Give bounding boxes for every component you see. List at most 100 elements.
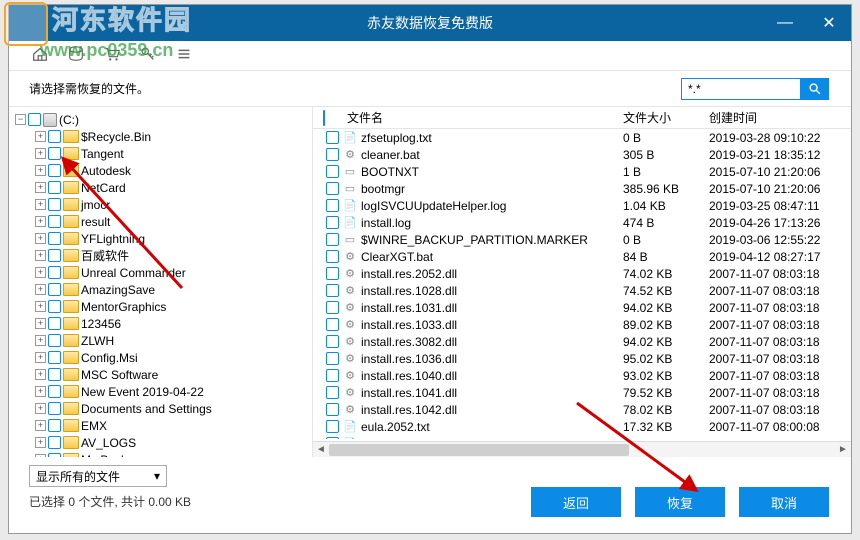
file-checkbox[interactable] [326,420,339,433]
expand-toggle[interactable]: + [35,420,46,431]
file-filter-dropdown[interactable]: 显示所有的文件 ▾ [29,465,167,487]
tree-checkbox[interactable] [48,232,61,245]
expand-toggle[interactable]: + [35,335,46,346]
tree-checkbox[interactable] [48,351,61,364]
file-row[interactable]: ▭$WINRE_BACKUP_PARTITION.MARKER0 B2019-0… [313,231,851,248]
expand-toggle[interactable]: − [15,114,26,125]
expand-toggle[interactable]: + [35,403,46,414]
search-button[interactable] [801,78,829,100]
file-row[interactable]: ⚙install.res.3082.dll94.02 KB2007-11-07 … [313,333,851,350]
file-checkbox[interactable] [326,335,339,348]
expand-toggle[interactable]: + [35,369,46,380]
tree-checkbox[interactable] [48,300,61,313]
file-row[interactable]: ⚙install.res.1042.dll78.02 KB2007-11-07 … [313,401,851,418]
tree-item-label[interactable]: Unreal Commander [81,266,186,280]
tree-item-label[interactable]: 百威软件 [81,247,129,264]
file-checkbox[interactable] [326,233,339,246]
tree-checkbox[interactable] [48,402,61,415]
expand-toggle[interactable]: + [35,165,46,176]
file-checkbox[interactable] [326,131,339,144]
file-checkbox[interactable] [326,403,339,416]
file-checkbox[interactable] [326,199,339,212]
tree-checkbox[interactable] [48,181,61,194]
key-icon[interactable] [139,45,157,66]
tree-item-label[interactable]: MSC Software [81,368,158,382]
tree-item-label[interactable]: Tangent [81,147,124,161]
file-row[interactable]: ▭BOOTNXT1 B2015-07-10 21:20:06 [313,163,851,180]
back-button[interactable]: 返回 [531,487,621,517]
file-checkbox[interactable] [326,216,339,229]
search-input[interactable] [681,78,801,100]
tree-item-label[interactable]: Autodesk [81,164,131,178]
file-row[interactable]: ⚙install.res.2052.dll74.02 KB2007-11-07 … [313,265,851,282]
recover-button[interactable]: 恢复 [635,487,725,517]
cancel-button[interactable]: 取消 [739,487,829,517]
file-checkbox[interactable] [326,352,339,365]
tree-checkbox[interactable] [48,147,61,160]
tree-item-label[interactable]: ZLWH [81,334,114,348]
scroll-right-icon[interactable]: ► [835,442,851,458]
tree-item-label[interactable]: AV_LOGS [81,436,136,450]
tree-checkbox[interactable] [48,215,61,228]
expand-toggle[interactable]: + [35,301,46,312]
tree-checkbox[interactable] [48,385,61,398]
tree-checkbox[interactable] [48,130,61,143]
tree-item-label[interactable]: $Recycle.Bin [81,130,151,144]
file-row[interactable]: ⚙install.res.1033.dll89.02 KB2007-11-07 … [313,316,851,333]
tree-item-label[interactable]: MentorGraphics [81,300,166,314]
tree-item-label[interactable]: 123456 [81,317,121,331]
scroll-thumb[interactable] [329,444,629,456]
tree-checkbox[interactable] [48,266,61,279]
col-size[interactable]: 文件大小 [623,109,709,126]
file-row[interactable]: 📄eula.2052.txt17.32 KB2007-11-07 08:00:0… [313,418,851,435]
cart-icon[interactable] [103,45,121,66]
expand-toggle[interactable]: + [35,267,46,278]
expand-toggle[interactable]: + [35,131,46,142]
tree-checkbox[interactable] [48,249,61,262]
expand-toggle[interactable]: + [35,250,46,261]
file-checkbox[interactable] [326,369,339,382]
home-icon[interactable] [31,45,49,66]
file-row[interactable]: 📄logISVCUUpdateHelper.log1.04 KB2019-03-… [313,197,851,214]
horizontal-scrollbar[interactable]: ◄ ► [313,441,851,457]
col-ctime[interactable]: 创建时间 [709,109,851,126]
expand-toggle[interactable]: + [35,352,46,363]
tree-checkbox[interactable] [28,113,41,126]
tree-checkbox[interactable] [48,317,61,330]
tree-item-label[interactable]: NetCard [81,181,126,195]
tree-item-label[interactable]: YFLightning [81,232,145,246]
disk-icon[interactable] [67,45,85,66]
close-button[interactable]: ✕ [807,5,851,41]
tree-item-label[interactable]: jmocr [81,198,110,212]
expand-toggle[interactable]: + [35,216,46,227]
tree-item-label[interactable]: AmazingSave [81,283,155,297]
tree-item-label[interactable]: EMX [81,419,107,433]
tree-checkbox[interactable] [48,368,61,381]
expand-toggle[interactable]: + [35,386,46,397]
minimize-button[interactable]: — [763,5,807,41]
select-all-checkbox[interactable] [323,110,325,126]
tree-checkbox[interactable] [48,419,61,432]
tree-checkbox[interactable] [48,283,61,296]
expand-toggle[interactable]: + [35,318,46,329]
tree-checkbox[interactable] [48,164,61,177]
file-row[interactable]: ⚙install.res.1040.dll93.02 KB2007-11-07 … [313,367,851,384]
file-row[interactable]: 📄eula.1028.txt17.32 KB2007-11-07 08:00:0… [313,435,851,439]
file-checkbox[interactable] [326,165,339,178]
expand-toggle[interactable]: + [35,284,46,295]
tree-checkbox[interactable] [48,198,61,211]
expand-toggle[interactable]: + [35,182,46,193]
scroll-left-icon[interactable]: ◄ [313,442,329,458]
tree-item-label[interactable]: Config.Msi [81,351,138,365]
file-row[interactable]: ⚙ClearXGT.bat84 B2019-04-12 08:27:17 [313,248,851,265]
file-checkbox[interactable] [326,318,339,331]
expand-toggle[interactable]: + [35,233,46,244]
tree-item-label[interactable]: result [81,215,110,229]
file-checkbox[interactable] [326,284,339,297]
col-name[interactable]: 文件名 [343,109,623,126]
file-row[interactable]: ⚙install.res.1031.dll94.02 KB2007-11-07 … [313,299,851,316]
file-checkbox[interactable] [326,267,339,280]
folder-tree[interactable]: − (C:) +$Recycle.Bin+Tangent+Autodesk+Ne… [9,107,313,457]
file-checkbox[interactable] [326,386,339,399]
file-row[interactable]: 📄zfsetuplog.txt0 B2019-03-28 09:10:22 [313,129,851,146]
